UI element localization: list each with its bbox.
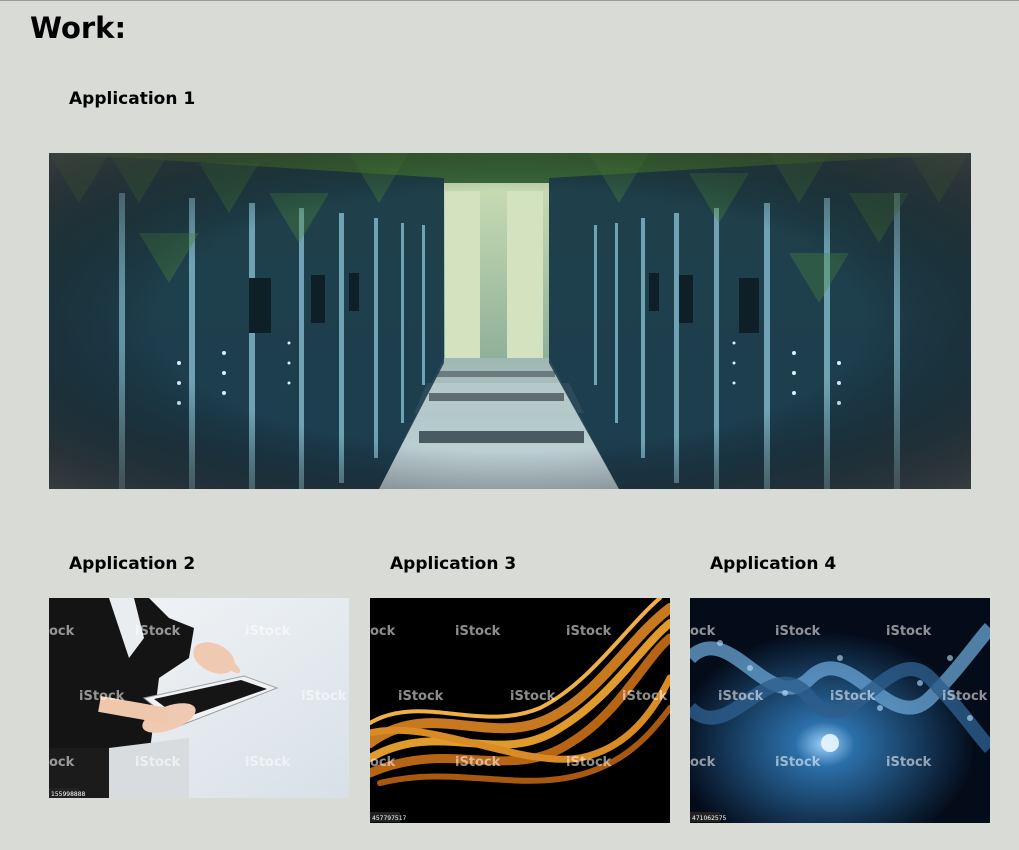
svg-text:iStock: iStock xyxy=(718,689,764,704)
svg-text:iStock: iStock xyxy=(245,755,291,770)
svg-text:iStock: iStock xyxy=(566,624,612,639)
svg-text:471062575: 471062575 xyxy=(692,815,727,822)
svg-text:155998888: 155998888 xyxy=(51,791,86,798)
application-4-image[interactable]: ock iStock iStock iStock iStock iStock o… xyxy=(690,598,990,823)
svg-text:457797517: 457797517 xyxy=(372,815,407,822)
svg-text:iStock: iStock xyxy=(942,689,988,704)
svg-text:ock: ock xyxy=(370,755,396,770)
svg-text:iStock: iStock xyxy=(830,689,876,704)
work-page: Work: Application 1 Application 2 ock iS… xyxy=(0,0,1019,850)
page-title: Work: xyxy=(30,11,127,45)
data-center-image xyxy=(49,153,971,489)
svg-text:iStock: iStock xyxy=(398,689,444,704)
svg-text:iStock: iStock xyxy=(886,755,932,770)
application-2-image[interactable]: ock iStock iStock iStock iStock ock iSto… xyxy=(49,598,349,798)
application-2-heading: Application 2 xyxy=(69,554,196,574)
application-3-heading: Application 3 xyxy=(390,554,517,574)
svg-text:iStock: iStock xyxy=(245,624,291,639)
application-1-image[interactable] xyxy=(49,153,971,489)
svg-text:iStock: iStock xyxy=(135,624,181,639)
tablet-image: ock iStock iStock iStock iStock ock iSto… xyxy=(49,598,349,798)
svg-text:iStock: iStock xyxy=(775,755,821,770)
svg-text:ock: ock xyxy=(690,755,716,770)
svg-text:iStock: iStock xyxy=(886,624,932,639)
svg-text:iStock: iStock xyxy=(622,689,668,704)
svg-text:ock: ock xyxy=(370,624,396,639)
svg-text:ock: ock xyxy=(49,624,75,639)
svg-text:iStock: iStock xyxy=(775,624,821,639)
svg-text:iStock: iStock xyxy=(79,689,125,704)
svg-text:iStock: iStock xyxy=(135,755,181,770)
svg-text:iStock: iStock xyxy=(455,755,501,770)
application-4-heading: Application 4 xyxy=(710,554,837,574)
fiber-cables-image: ock iStock iStock iStock iStock iStock o… xyxy=(370,598,670,823)
svg-text:ock: ock xyxy=(49,755,75,770)
svg-text:iStock: iStock xyxy=(455,624,501,639)
application-1-heading: Application 1 xyxy=(69,89,196,109)
svg-text:iStock: iStock xyxy=(510,689,556,704)
svg-text:ock: ock xyxy=(690,624,716,639)
application-3-image[interactable]: ock iStock iStock iStock iStock iStock o… xyxy=(370,598,670,823)
svg-text:iStock: iStock xyxy=(566,755,612,770)
svg-text:iStock: iStock xyxy=(301,689,347,704)
dna-helix-image: ock iStock iStock iStock iStock iStock o… xyxy=(690,598,990,823)
